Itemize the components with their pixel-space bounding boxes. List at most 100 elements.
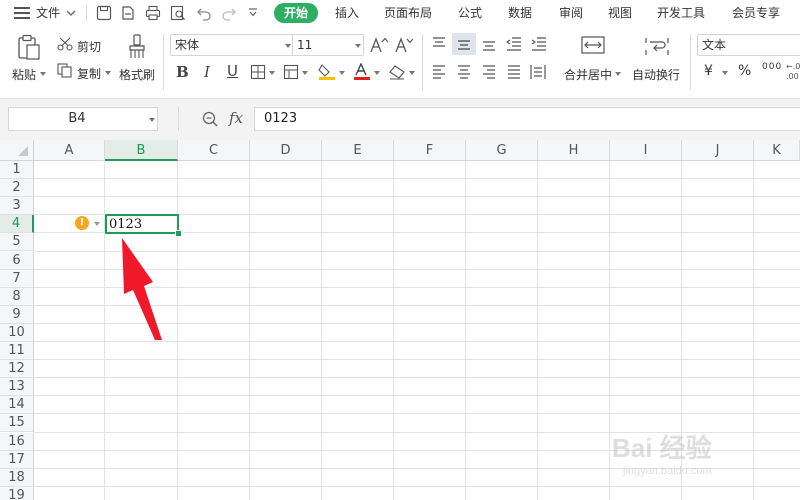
row-header-7[interactable]: 7 — [0, 270, 34, 288]
justify-icon[interactable] — [507, 65, 521, 79]
column-header-h[interactable]: H — [538, 140, 610, 161]
thousands-separator-icon[interactable]: 000 — [762, 62, 782, 72]
tab-insert[interactable]: 插入 — [335, 0, 359, 26]
tab-page-layout[interactable]: 页面布局 — [384, 0, 432, 26]
fill-handle[interactable] — [175, 230, 182, 237]
tab-developer[interactable]: 开发工具 — [657, 0, 705, 26]
font-name-select[interactable]: 宋体 — [170, 34, 294, 56]
row-header-17[interactable]: 17 — [0, 451, 34, 469]
cut-button[interactable]: 剪切 — [77, 38, 101, 55]
font-color-icon[interactable] — [353, 63, 371, 81]
column-header-b[interactable]: B — [105, 140, 178, 161]
merge-center-caret[interactable] — [615, 72, 621, 76]
column-header-f[interactable]: F — [394, 140, 466, 161]
error-dropdown-caret[interactable] — [94, 222, 100, 226]
row-header-11[interactable]: 11 — [0, 342, 34, 360]
currency-caret[interactable] — [722, 71, 728, 75]
tab-home[interactable]: 开始 — [274, 3, 318, 23]
print-icon[interactable] — [145, 5, 161, 21]
row-header-19[interactable]: 19 — [0, 487, 34, 500]
bold-icon[interactable]: B — [176, 63, 189, 81]
formula-input[interactable]: 0123 — [254, 107, 800, 131]
row-header-13[interactable]: 13 — [0, 378, 34, 396]
zoom-search-icon[interactable] — [202, 111, 218, 127]
align-left-icon[interactable] — [432, 65, 446, 79]
row-header-14[interactable]: 14 — [0, 396, 34, 414]
warning-icon[interactable]: ! — [75, 216, 89, 230]
name-box[interactable]: B4 — [8, 107, 158, 131]
distributed-align-icon[interactable] — [530, 64, 546, 80]
row-header-1[interactable]: 1 — [0, 161, 34, 179]
row-header-15[interactable]: 15 — [0, 414, 34, 432]
row-header-12[interactable]: 12 — [0, 360, 34, 378]
format-painter-icon[interactable] — [127, 34, 147, 60]
select-all-corner[interactable] — [0, 140, 34, 161]
column-header-k[interactable]: K — [754, 140, 800, 161]
eraser-icon[interactable] — [388, 64, 406, 80]
cell-style-icon[interactable] — [283, 64, 299, 80]
borders-icon[interactable] — [250, 64, 266, 80]
chevron-down-icon[interactable] — [66, 9, 76, 17]
undo-icon[interactable] — [196, 5, 212, 21]
column-header-a[interactable]: A — [34, 140, 105, 161]
print-preview-icon[interactable] — [170, 5, 186, 21]
cell-style-caret[interactable] — [302, 71, 308, 75]
underline-icon[interactable]: U — [227, 62, 238, 80]
row-header-10[interactable]: 10 — [0, 324, 34, 342]
tab-formulas[interactable]: 公式 — [458, 0, 482, 26]
decrease-indent-icon[interactable] — [506, 37, 522, 51]
copy-icon[interactable] — [57, 63, 72, 78]
column-header-e[interactable]: E — [322, 140, 394, 161]
fill-color-caret[interactable] — [339, 71, 345, 75]
italic-icon[interactable]: I — [204, 63, 210, 81]
column-header-c[interactable]: C — [178, 140, 250, 161]
column-header-i[interactable]: I — [610, 140, 682, 161]
selected-cell-b4[interactable]: 0123 — [105, 214, 179, 234]
column-header-j[interactable]: J — [682, 140, 754, 161]
font-color-caret[interactable] — [374, 71, 380, 75]
column-header-d[interactable]: D — [250, 140, 322, 161]
name-box-caret[interactable] — [149, 118, 155, 122]
row-header-18[interactable]: 18 — [0, 469, 34, 487]
row-header-6[interactable]: 6 — [0, 252, 34, 270]
percent-icon[interactable]: % — [738, 63, 751, 79]
paste-button-label[interactable]: 粘贴 — [12, 66, 36, 83]
row-header-5[interactable]: 5 — [0, 233, 34, 251]
merge-center-icon[interactable] — [581, 36, 605, 54]
align-middle-button[interactable] — [452, 33, 476, 55]
currency-icon[interactable]: ¥ — [704, 63, 713, 79]
tab-review[interactable]: 审阅 — [559, 0, 583, 26]
hamburger-menu-icon[interactable] — [14, 7, 30, 19]
row-header-16[interactable]: 16 — [0, 433, 34, 451]
increase-indent-icon[interactable] — [531, 37, 547, 51]
row-header-8[interactable]: 8 — [0, 288, 34, 306]
increase-font-icon[interactable] — [370, 36, 388, 54]
fx-icon[interactable]: fx — [229, 109, 243, 127]
increase-decimal-icon[interactable]: ←.0.00 — [786, 61, 800, 81]
fill-color-icon[interactable] — [318, 63, 336, 81]
quick-access-more-icon[interactable] — [248, 8, 258, 18]
format-painter-button[interactable]: 格式刷 — [119, 66, 155, 83]
paste-dropdown-caret[interactable] — [40, 72, 46, 76]
wrap-text-button[interactable]: 自动换行 — [632, 66, 680, 83]
copy-button[interactable]: 复制 — [77, 65, 101, 82]
merge-center-button[interactable]: 合并居中 — [564, 66, 612, 83]
row-header-3[interactable]: 3 — [0, 197, 34, 215]
decrease-font-icon[interactable] — [395, 36, 413, 54]
copy-dropdown-caret[interactable] — [105, 71, 111, 75]
save-icon[interactable] — [96, 5, 112, 21]
align-right-icon[interactable] — [482, 65, 496, 79]
borders-caret[interactable] — [269, 71, 275, 75]
paste-icon[interactable] — [17, 34, 41, 60]
number-format-select[interactable]: 文本 — [697, 34, 800, 56]
column-header-g[interactable]: G — [466, 140, 538, 161]
tab-view[interactable]: 视图 — [608, 0, 632, 26]
font-size-select[interactable]: 11 — [292, 34, 364, 56]
row-header-9[interactable]: 9 — [0, 306, 34, 324]
row-header-2[interactable]: 2 — [0, 179, 34, 197]
spreadsheet-grid[interactable]: ABCDEFGHIJK 1 2 3 4 5 6 7 8 9 10 11 12 13 14 15 16 17 18 1… — [0, 140, 800, 500]
align-center-icon[interactable] — [457, 65, 471, 79]
redo-icon[interactable] — [221, 5, 237, 21]
file-menu[interactable]: 文件 — [36, 0, 60, 26]
export-icon[interactable] — [120, 5, 136, 21]
